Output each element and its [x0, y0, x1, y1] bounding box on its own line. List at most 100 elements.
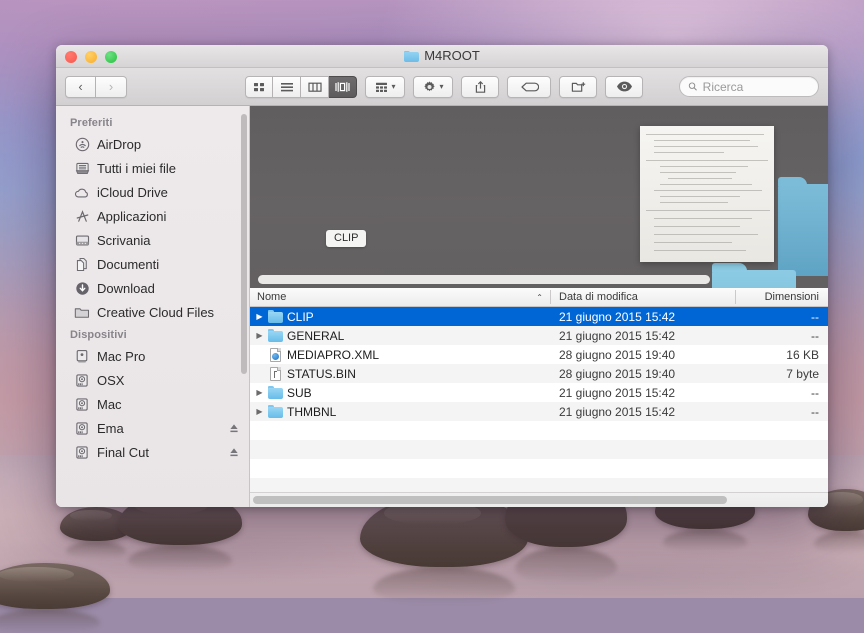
file-name-cell: ▶ CLIP	[250, 309, 550, 324]
file-size: --	[811, 328, 819, 343]
list-view-button[interactable]	[273, 75, 301, 98]
chevron-left-icon: ‹	[78, 79, 83, 94]
coverflow-view-button[interactable]	[329, 75, 357, 98]
coverflow-item-folder[interactable]	[712, 263, 796, 288]
coverflow-item-folder[interactable]	[778, 177, 828, 276]
view-mode-buttons	[245, 75, 357, 98]
column-header-date[interactable]: Data di modifica	[550, 288, 735, 306]
disclosure-triangle-icon[interactable]: ▶	[255, 407, 264, 416]
disclosure-triangle-icon[interactable]: ▶	[255, 331, 264, 340]
disclosure-triangle-icon[interactable]: ▶	[255, 388, 264, 397]
chevron-down-icon: ▾	[439, 82, 444, 91]
table-row-empty	[250, 421, 828, 440]
window-body: Preferiti AirDrop Tutti i miei file iClo…	[56, 106, 828, 507]
file-size: 16 KB	[786, 347, 819, 362]
coverflow-item-document[interactable]	[640, 126, 774, 262]
file-name-cell: ▶ SUB	[250, 385, 550, 400]
file-name-cell: ▶ GENERAL	[250, 328, 550, 343]
disclosure-spacer: ▶	[255, 370, 264, 378]
harddisk-icon	[74, 396, 90, 412]
horizontal-scrollbar-track[interactable]	[250, 492, 828, 507]
window-titlebar[interactable]: M4ROOT	[56, 45, 828, 68]
file-name: GENERAL	[287, 328, 345, 343]
sidebar-section-header-dispositivi: Dispositivi	[70, 329, 127, 341]
eject-icon[interactable]	[229, 423, 239, 434]
sidebar-item-mac[interactable]: Mac	[56, 392, 249, 416]
table-row[interactable]: ▶ THMBNL 21 giugno 2015 15:42 --	[250, 402, 828, 421]
folder-icon	[268, 404, 283, 419]
sidebar-item-applicazioni[interactable]: Applicazioni	[56, 204, 249, 228]
table-row[interactable]: ▶ GENERAL 21 giugno 2015 15:42 --	[250, 326, 828, 345]
file-name-cell: ▶ MEDIAPRO.XML	[250, 347, 550, 362]
back-button[interactable]: ‹	[65, 75, 96, 98]
folder-icon	[268, 309, 283, 324]
table-row-empty	[250, 440, 828, 459]
gear-icon	[424, 80, 436, 91]
table-row[interactable]: ▶ STATUS.BIN 28 giugno 2015 19:40 7 byte	[250, 364, 828, 383]
column-view-button[interactable]	[301, 75, 329, 98]
window-title: M4ROOT	[56, 48, 828, 63]
rock	[0, 563, 110, 609]
arrange-icon	[376, 82, 388, 92]
file-name-cell: ▶ THMBNL	[250, 404, 550, 419]
sidebar-item-icloud-drive[interactable]: iCloud Drive	[56, 180, 249, 204]
sidebar-item-label: Ema	[97, 420, 124, 436]
coverflow-scrollbar[interactable]	[258, 275, 710, 284]
horizontal-scrollbar-thumb[interactable]	[253, 496, 727, 504]
file-date: 21 giugno 2015 15:42	[559, 385, 676, 400]
file-name: CLIP	[287, 309, 314, 324]
file-date: 28 giugno 2015 19:40	[559, 347, 676, 362]
tag-button[interactable]	[507, 75, 551, 98]
column-header-name[interactable]: Nome ⌃	[250, 288, 550, 306]
sidebar-item-documenti[interactable]: Documenti	[56, 252, 249, 276]
forward-button[interactable]: ›	[96, 75, 127, 98]
disclosure-triangle-icon[interactable]: ▶	[255, 312, 264, 321]
table-row[interactable]: ▶ CLIP 21 giugno 2015 15:42 --	[250, 307, 828, 326]
sidebar-item-osx[interactable]: OSX	[56, 368, 249, 392]
sidebar-item-label: Applicazioni	[97, 208, 167, 224]
all-my-files-icon	[74, 160, 90, 176]
harddisk-icon	[74, 444, 90, 460]
desktop-icon	[74, 232, 90, 248]
search-input[interactable]	[702, 79, 810, 94]
file-name-cell: ▶ STATUS.BIN	[250, 366, 550, 381]
search-field[interactable]	[679, 76, 819, 97]
table-row[interactable]: ▶ SUB 21 giugno 2015 15:42 --	[250, 383, 828, 402]
sidebar-item-creative-cloud-files[interactable]: Creative Cloud Files	[56, 300, 249, 324]
new-folder-button[interactable]	[559, 75, 597, 98]
file-size: --	[811, 404, 819, 419]
list-icon	[280, 82, 293, 91]
sidebar-scrollbar[interactable]	[241, 114, 247, 374]
file-date: 28 giugno 2015 19:40	[559, 366, 676, 381]
file-date: 21 giugno 2015 15:42	[559, 309, 676, 324]
table-row-empty	[250, 459, 828, 478]
folder-icon	[404, 50, 420, 62]
quicklook-button[interactable]	[605, 75, 643, 98]
share-button[interactable]	[461, 75, 499, 98]
sidebar-item-label: iCloud Drive	[97, 184, 168, 200]
icloud-icon	[74, 184, 90, 200]
folder-icon	[74, 304, 90, 320]
arrange-button[interactable]: ▾	[365, 75, 405, 98]
xml-document-icon	[268, 347, 283, 362]
sidebar-item-scrivania[interactable]: Scrivania	[56, 228, 249, 252]
sidebar-item-final-cut[interactable]: Final Cut	[56, 440, 249, 464]
column-header-size[interactable]: Dimensioni	[735, 288, 828, 306]
action-menu-button[interactable]: ▾	[413, 75, 453, 98]
sidebar-item-label: Download	[97, 280, 155, 296]
file-list: ▶ CLIP 21 giugno 2015 15:42 -- ▶ GENERAL…	[250, 307, 828, 492]
folder-icon	[268, 328, 283, 343]
table-row[interactable]: ▶ MEDIAPRO.XML 28 giugno 2015 19:40 16 K…	[250, 345, 828, 364]
sidebar-item-tutti-i-miei-file[interactable]: Tutti i miei file	[56, 156, 249, 180]
sidebar-item-label: Creative Cloud Files	[97, 304, 215, 320]
folder-icon	[268, 385, 283, 400]
sidebar-item-airdrop[interactable]: AirDrop	[56, 132, 249, 156]
eject-icon[interactable]	[229, 447, 239, 458]
file-date: 21 giugno 2015 15:42	[559, 328, 676, 343]
icon-view-button[interactable]	[245, 75, 273, 98]
sidebar-item-ema[interactable]: Ema	[56, 416, 249, 440]
sidebar-item-download[interactable]: Download	[56, 276, 249, 300]
coverflow-preview[interactable]: CLIP	[250, 106, 828, 288]
sidebar-item-mac-pro[interactable]: Mac Pro	[56, 344, 249, 368]
column-header-size-label: Dimensioni	[764, 291, 819, 303]
